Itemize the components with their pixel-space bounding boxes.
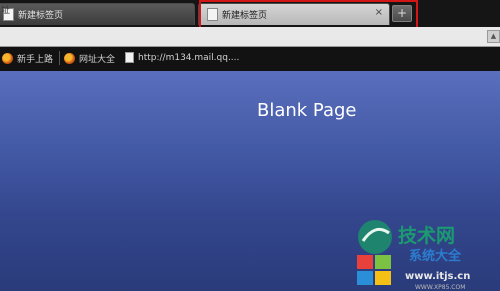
tab-title: 新建标签页: [18, 11, 64, 21]
watermark-small: WWW.XP85.COM: [415, 284, 465, 291]
tab-inactive[interactable]: 新建标签页: [0, 3, 195, 25]
bookmark-wangzhi[interactable]: 网址大全: [64, 52, 115, 65]
bookmark-mail[interactable]: http://m134.mail.qq....: [125, 52, 239, 63]
address-text: 址: [1, 6, 11, 16]
watermark-logo: 技术网 系统大全 www.itjs.cn WWW.XP85.COM: [357, 220, 470, 291]
firefox-icon: [2, 53, 13, 64]
chevron-up-icon[interactable]: ▲: [487, 30, 500, 43]
document-icon: [125, 52, 134, 63]
firefox-icon: [64, 53, 75, 64]
address-bar[interactable]: [0, 27, 500, 47]
bookmark-label: 新手上路: [17, 55, 54, 65]
bookmark-label: 网址大全: [79, 55, 116, 65]
bookmark-xinshou[interactable]: 新手上路: [2, 52, 53, 65]
watermark-subtitle: 系统大全: [409, 248, 462, 264]
watermark-url: www.itjs.cn: [405, 271, 470, 282]
bookmark-label: http://m134.mail.qq....: [138, 52, 240, 63]
watermark-title: 技术网: [398, 224, 455, 247]
bookmark-separator: [59, 51, 60, 65]
page-heading: Blank Page: [257, 100, 357, 121]
